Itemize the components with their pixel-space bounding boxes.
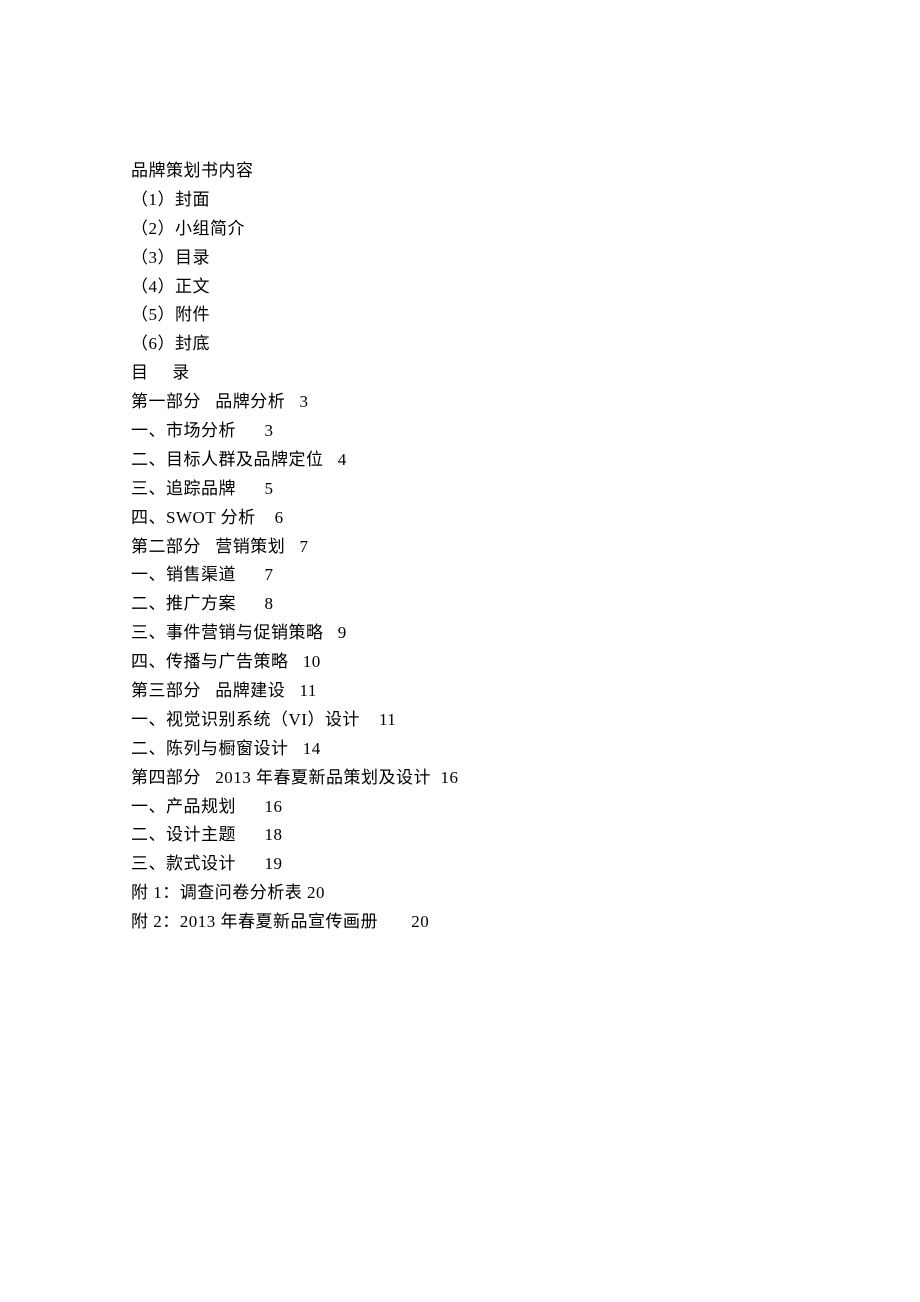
header-item-text: （4）正文 [131, 273, 210, 302]
toc-gap [324, 619, 338, 648]
toc-entry: 一、市场分析 3 [131, 417, 920, 446]
header-item-text: （2）小组简介 [131, 215, 245, 244]
toc-page: 18 [265, 821, 283, 850]
toc-label: 四、SWOT 分析 [131, 504, 256, 533]
toc-gap [236, 850, 265, 879]
toc-page: 3 [265, 417, 274, 446]
toc-gap [431, 764, 441, 793]
toc-gap [236, 793, 265, 822]
toc-gap [378, 908, 411, 937]
header-title: 品牌策划书内容 [131, 157, 920, 186]
toc-entry: 二、陈列与橱窗设计 14 [131, 735, 920, 764]
header-item-text: （1）封面 [131, 186, 210, 215]
toc-page: 10 [303, 648, 321, 677]
header-title-text: 品牌策划书内容 [131, 157, 254, 186]
toc-label: 二、推广方案 [131, 590, 236, 619]
toc-label: 附 2：2013 年春夏新品宣传画册 [131, 908, 378, 937]
toc-entry: 一、视觉识别系统（VI）设计 11 [131, 706, 920, 735]
toc-label: 第二部分 营销策划 [131, 533, 285, 562]
toc-page: 20 [307, 879, 325, 908]
toc-page: 5 [265, 475, 274, 504]
toc-label: 四、传播与广告策略 [131, 648, 289, 677]
toc-heading-text: 目 录 [131, 359, 190, 388]
toc-page: 16 [441, 764, 459, 793]
toc-entry: 二、目标人群及品牌定位 4 [131, 446, 920, 475]
toc-page: 16 [265, 793, 283, 822]
header-item: （1）封面 [131, 186, 920, 215]
toc-label: 第四部分 2013 年春夏新品策划及设计 [131, 764, 431, 793]
toc-entry: 第四部分 2013 年春夏新品策划及设计 16 [131, 764, 920, 793]
toc-label: 三、款式设计 [131, 850, 236, 879]
toc-entry: 一、销售渠道 7 [131, 561, 920, 590]
header-item: （2）小组简介 [131, 215, 920, 244]
toc-label: 三、追踪品牌 [131, 475, 236, 504]
header-item: （6）封底 [131, 330, 920, 359]
header-item: （4）正文 [131, 273, 920, 302]
toc-page: 4 [338, 446, 347, 475]
toc-entry: 附 2：2013 年春夏新品宣传画册 20 [131, 908, 920, 937]
toc-label: 一、市场分析 [131, 417, 236, 446]
toc-gap [236, 475, 265, 504]
toc-gap [289, 735, 303, 764]
toc-gap [236, 590, 265, 619]
toc-gap [285, 533, 299, 562]
toc-page: 11 [379, 706, 396, 735]
toc-gap [289, 648, 303, 677]
toc-entry: 第三部分 品牌建设 11 [131, 677, 920, 706]
toc-page: 6 [275, 504, 284, 533]
toc-entry: 三、款式设计 19 [131, 850, 920, 879]
toc-label: 一、产品规划 [131, 793, 236, 822]
toc-page: 9 [338, 619, 347, 648]
toc-gap [285, 677, 299, 706]
toc-gap [236, 417, 265, 446]
toc-label: 附 1：调查问卷分析表 [131, 879, 302, 908]
toc-entry: 附 1：调查问卷分析表 20 [131, 879, 920, 908]
toc-page: 8 [265, 590, 274, 619]
toc-entry: 四、SWOT 分析 6 [131, 504, 920, 533]
toc-gap [256, 504, 275, 533]
toc-label: 第一部分 品牌分析 [131, 388, 285, 417]
toc-label: 一、销售渠道 [131, 561, 236, 590]
toc-page: 20 [411, 908, 429, 937]
toc-gap [236, 561, 265, 590]
document-content: 品牌策划书内容 （1）封面 （2）小组简介 （3）目录 （4）正文 （5）附件 … [131, 157, 920, 937]
toc-gap [285, 388, 299, 417]
toc-entry: 一、产品规划 16 [131, 793, 920, 822]
toc-label: 第三部分 品牌建设 [131, 677, 285, 706]
toc-label: 二、陈列与橱窗设计 [131, 735, 289, 764]
toc-page: 7 [265, 561, 274, 590]
header-item-text: （6）封底 [131, 330, 210, 359]
header-item: （5）附件 [131, 301, 920, 330]
toc-label: 二、设计主题 [131, 821, 236, 850]
toc-page: 7 [300, 533, 309, 562]
toc-entry: 第一部分 品牌分析 3 [131, 388, 920, 417]
toc-entry: 第二部分 营销策划 7 [131, 533, 920, 562]
toc-heading: 目 录 [131, 359, 920, 388]
header-item-text: （5）附件 [131, 301, 210, 330]
toc-page: 19 [265, 850, 283, 879]
toc-label: 二、目标人群及品牌定位 [131, 446, 324, 475]
toc-gap [324, 446, 338, 475]
toc-entry: 二、设计主题 18 [131, 821, 920, 850]
toc-page: 3 [300, 388, 309, 417]
toc-label: 一、视觉识别系统（VI）设计 [131, 706, 360, 735]
toc-entry: 三、追踪品牌 5 [131, 475, 920, 504]
toc-entry: 二、推广方案 8 [131, 590, 920, 619]
toc-gap [360, 706, 379, 735]
toc-page: 11 [300, 677, 317, 706]
header-item: （3）目录 [131, 244, 920, 273]
toc-gap [236, 821, 265, 850]
toc-entry: 四、传播与广告策略 10 [131, 648, 920, 677]
toc-label: 三、事件营销与促销策略 [131, 619, 324, 648]
toc-entry: 三、事件营销与促销策略 9 [131, 619, 920, 648]
header-item-text: （3）目录 [131, 244, 210, 273]
toc-page: 14 [303, 735, 321, 764]
